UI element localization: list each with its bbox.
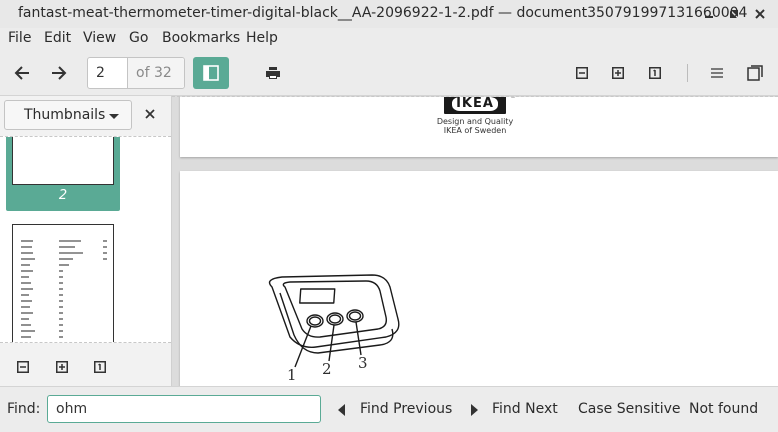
document-page-previous: IKEA ® Design and Quality IKEA of Sweden [180,96,778,157]
thumbnail-text-preview [21,240,107,338]
thumb-zoom-in-button[interactable] [53,358,71,376]
callout-3: 3 [358,354,368,372]
dual-page-button[interactable] [745,64,765,82]
close-window-button[interactable] [750,4,770,24]
chevron-down-icon [109,114,119,119]
tagline-line-2: IKEA of Sweden [443,126,507,135]
tagline-line-1: Design and Quality [436,117,514,126]
thumb-zoom-reset-button[interactable] [91,358,109,376]
menu-bar: File Edit View Go Bookmarks Help [0,28,778,50]
total-pages-label: of 32 [128,58,184,88]
window-title: fantast-meat-thermometer-timer-digital-b… [18,5,748,21]
menu-bookmarks[interactable]: Bookmarks [162,30,240,46]
close-icon [145,109,155,119]
zoom-out-button[interactable] [573,64,591,82]
menu-file[interactable]: File [8,30,31,46]
find-input[interactable]: ohm [47,395,321,423]
sidebar-toggle-button[interactable] [193,57,229,89]
sidebar-mode-label: Thumbnails [24,107,106,123]
zoom-out-icon [17,361,29,373]
find-next-button[interactable]: Find Next [468,397,558,423]
registered-mark: ® [510,96,516,100]
current-page-input[interactable]: 2 [88,58,128,88]
callout-2: 2 [322,360,332,378]
thumbnail-next[interactable] [12,224,114,342]
forward-button[interactable] [49,64,69,82]
sidebar-mode-select[interactable]: Thumbnails [4,100,132,130]
thermometer-illustration [268,274,400,368]
document-viewer[interactable]: IKEA ® Design and Quality IKEA of Sweden… [172,96,778,386]
menu-edit[interactable]: Edit [44,30,71,46]
zoom-in-icon [56,361,68,373]
zoom-original-icon [94,361,106,373]
sidebar-zoom-controls [0,347,171,386]
arrow-left-icon [14,66,29,80]
close-icon [755,9,765,19]
menu-help[interactable]: Help [246,30,278,46]
find-label: Find: [7,401,41,417]
sidebar-close-button[interactable] [141,105,159,123]
maximize-icon [730,10,738,18]
minimize-button[interactable] [699,4,719,24]
pages-icon [747,65,763,81]
sidebar-icon [203,65,219,81]
find-status: Not found [689,401,759,417]
thumbnail-page-number: 2 [58,188,68,203]
arrow-right-icon [52,66,67,80]
ikea-logo: IKEA [444,97,506,114]
title-bar: fantast-meat-thermometer-timer-digital-b… [0,0,778,28]
thumb-zoom-out-button[interactable] [14,358,32,376]
callout-1: 1 [287,366,297,384]
toolbar: 2 of 32 [0,50,778,96]
arrow-right-icon [471,404,478,416]
zoom-out-icon [576,67,588,79]
find-bar: Find: ohm Find Previous Find Next Case S… [0,386,778,432]
menu-button[interactable] [708,64,726,82]
menu-view[interactable]: View [83,30,116,46]
find-previous-button[interactable]: Find Previous [336,397,452,423]
minimize-icon [705,16,713,18]
print-button[interactable] [263,64,283,82]
arrow-left-icon [338,404,345,416]
zoom-original-icon [649,67,661,79]
page-number-field[interactable]: 2 of 32 [87,57,185,89]
sidebar: Thumbnails 2 [0,96,172,386]
toolbar-separator [687,64,688,82]
find-previous-label: Find Previous [360,401,453,417]
thumbnail-list[interactable]: 2 [0,136,171,343]
hamburger-icon [711,68,723,78]
maximize-button[interactable] [724,4,744,24]
zoom-in-button[interactable] [609,64,627,82]
thumbnail-selected[interactable]: 2 [6,137,120,211]
zoom-reset-button[interactable] [646,64,664,82]
find-next-label: Find Next [492,401,558,417]
zoom-in-icon [612,67,624,79]
document-page-current: 1 2 3 [180,171,778,386]
menu-go[interactable]: Go [129,30,148,46]
case-sensitive-toggle[interactable]: Case Sensitive [578,401,681,417]
printer-icon [266,67,280,79]
thumbnail-page-preview [12,137,114,185]
back-button[interactable] [12,64,32,82]
